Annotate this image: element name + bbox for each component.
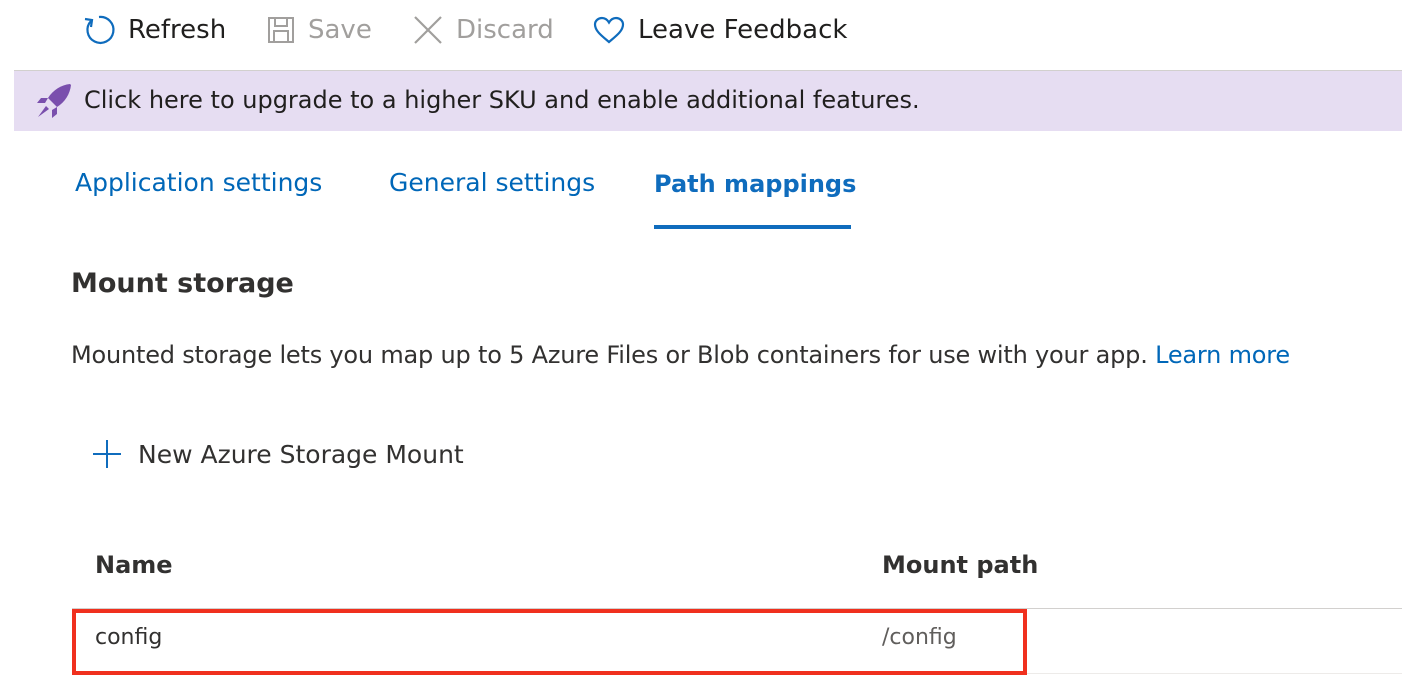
- description-text: Mounted storage lets you map up to 5 Azu…: [71, 341, 1148, 369]
- save-button[interactable]: Save: [266, 8, 372, 52]
- add-icon: [93, 440, 121, 468]
- upgrade-banner-text: Click here to upgrade to a higher SKU an…: [84, 86, 920, 114]
- tab-path-mappings[interactable]: Path mappings: [654, 170, 856, 198]
- refresh-button[interactable]: Refresh: [82, 8, 226, 52]
- upgrade-banner[interactable]: Click here to upgrade to a higher SKU an…: [14, 71, 1402, 131]
- heart-icon: [593, 16, 625, 44]
- cell-mount-path: /config: [882, 625, 957, 650]
- discard-button[interactable]: Discard: [412, 8, 554, 52]
- section-description: Mounted storage lets you map up to 5 Azu…: [71, 341, 1290, 369]
- learn-more-link[interactable]: Learn more: [1155, 341, 1290, 369]
- column-header-mount-path[interactable]: Mount path: [882, 551, 1038, 579]
- refresh-label: Refresh: [128, 15, 227, 45]
- command-bar: Refresh Save Discard Leave Feedback: [0, 0, 1402, 62]
- close-icon: [414, 16, 442, 44]
- rocket-icon: [37, 84, 71, 118]
- tab-application-settings[interactable]: Application settings: [75, 168, 322, 197]
- path-mappings-page: Refresh Save Discard Leave Feedback Clic…: [0, 0, 1402, 688]
- section-title: Mount storage: [71, 268, 294, 299]
- save-icon: [268, 17, 294, 43]
- selected-tab-indicator: [654, 225, 851, 229]
- save-label: Save: [308, 15, 372, 45]
- table-row[interactable]: [72, 609, 1402, 673]
- new-mount-label: New Azure Storage Mount: [138, 439, 464, 469]
- table-row-divider: [72, 673, 1402, 674]
- new-azure-storage-mount-button[interactable]: New Azure Storage Mount: [92, 434, 464, 474]
- leave-feedback-label: Leave Feedback: [638, 15, 848, 45]
- cell-name[interactable]: config: [95, 625, 162, 650]
- tab-general-settings[interactable]: General settings: [389, 168, 595, 197]
- column-header-name[interactable]: Name: [95, 551, 173, 579]
- refresh-icon: [84, 15, 115, 44]
- leave-feedback-button[interactable]: Leave Feedback: [592, 8, 847, 52]
- discard-label: Discard: [456, 15, 554, 45]
